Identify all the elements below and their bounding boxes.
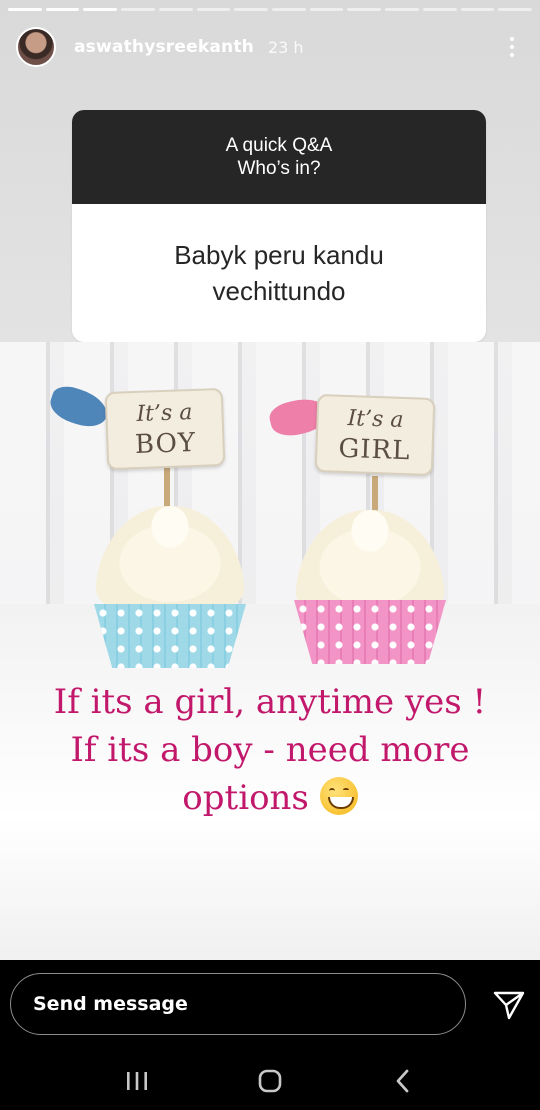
story-caption: If its a girl, anytime yes ! If its a bo… — [20, 678, 520, 822]
progress-segment — [234, 8, 269, 11]
progress-segment — [83, 8, 118, 11]
blue-cupcake-liner — [94, 604, 246, 668]
grinning-face-emoji — [319, 777, 358, 815]
girl-topper-line2: GIRL — [338, 433, 411, 467]
girl-topper-line1: It’s a — [347, 406, 404, 433]
send-message-placeholder: Send message — [33, 993, 188, 1015]
caption-line3: options — [182, 778, 309, 818]
photo-wall — [0, 342, 540, 607]
progress-segment — [347, 8, 382, 11]
story-header: aswathysreekanth 23 h — [16, 24, 524, 70]
pink-cupcake-liner — [294, 600, 446, 664]
girl-frosting — [296, 510, 444, 614]
qa-sticker: A quick Q&A Who’s in? Babyk peru kandu v… — [72, 110, 486, 342]
back-icon[interactable] — [383, 1061, 423, 1101]
caption-line1: If its a girl, anytime yes ! — [53, 682, 487, 722]
progress-segment — [309, 8, 344, 11]
more-vertical-icon[interactable] — [500, 32, 524, 62]
post-time: 23 h — [267, 37, 304, 57]
progress-segment — [385, 8, 419, 11]
progress-segment — [196, 8, 231, 11]
progress-segment — [422, 8, 457, 11]
progress-segment — [460, 8, 495, 11]
recents-icon[interactable] — [117, 1061, 157, 1101]
progress-segment — [272, 8, 306, 11]
profile-avatar[interactable] — [16, 27, 56, 67]
progress-segment — [8, 8, 42, 11]
paper-plane-icon[interactable] — [492, 988, 526, 1022]
story-footer: Send message — [0, 960, 540, 1110]
girl-topper: It’s a GIRL — [314, 393, 436, 477]
story-photo: It’s a BOY It’s a GIRL If its a girl, an… — [0, 342, 540, 960]
boy-topper-line1: It’s a — [136, 400, 193, 427]
username[interactable]: aswathysreekanth — [74, 37, 254, 57]
progress-segment — [158, 8, 193, 11]
story-progress-bar — [8, 8, 533, 11]
progress-segment — [45, 8, 80, 11]
caption-line2: If its a boy - need more — [70, 730, 470, 770]
qa-prompt-line2: Who’s in? — [237, 158, 321, 179]
qa-prompt-line1: A quick Q&A — [225, 135, 333, 156]
progress-segment — [121, 8, 155, 11]
story-viewer[interactable]: aswathysreekanth 23 h A quick Q&A Who’s … — [0, 0, 540, 960]
qa-prompt: A quick Q&A Who’s in? — [72, 110, 486, 204]
boy-topper-line2: BOY — [134, 427, 197, 461]
caption-line3-row: options — [20, 774, 520, 822]
boy-topper: It’s a BOY — [104, 387, 226, 471]
system-navigation-bar — [0, 1052, 540, 1110]
send-message-input[interactable]: Send message — [10, 973, 466, 1035]
progress-segment — [498, 8, 533, 11]
qa-answer: Babyk peru kandu vechittundo — [174, 240, 384, 306]
boy-frosting — [96, 506, 244, 610]
home-icon[interactable] — [250, 1061, 290, 1101]
